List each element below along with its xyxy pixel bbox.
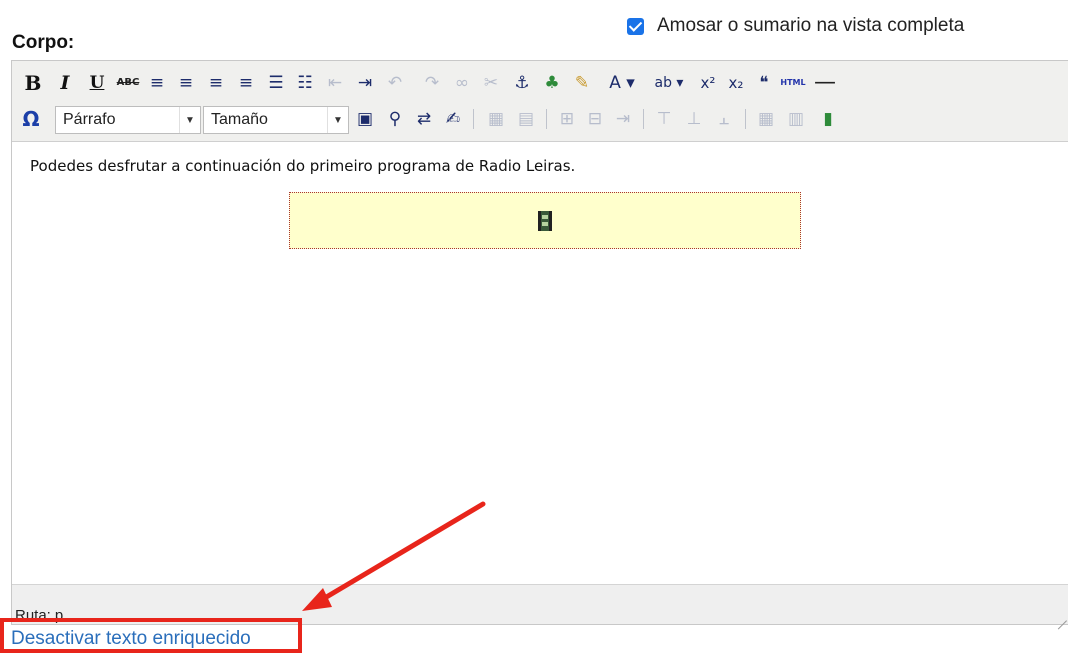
align-center-button[interactable]: ≡	[174, 71, 198, 95]
subscript-button[interactable]: x₂	[724, 71, 748, 95]
bold-button[interactable]: B	[21, 71, 45, 95]
redo-button[interactable]: ↷	[420, 71, 444, 95]
delete-row-button[interactable]: ⇥	[611, 107, 635, 131]
anchor-button[interactable]: ⚓	[510, 71, 534, 95]
edit-button[interactable]: ✍	[441, 107, 465, 131]
toolbar-separator	[473, 109, 474, 129]
charmap-button[interactable]: Ω	[19, 107, 43, 131]
toolbar-row-1: B I U ABC ≡ ≡ ≡ ≡ ☰ ☷ ⇤ ⇥ ↶ ↷ ∞ ✂ ⚓ ♣ ✎ …	[12, 65, 1068, 101]
summary-checkbox[interactable]	[627, 17, 644, 35]
unlink-button[interactable]: ✂	[479, 71, 503, 95]
link-button[interactable]: ∞	[450, 71, 474, 95]
resize-handle[interactable]	[1057, 611, 1067, 621]
indent-button[interactable]: ⇥	[353, 71, 377, 95]
chevron-down-icon: ▼	[327, 107, 348, 133]
editor-toolbar: B I U ABC ≡ ≡ ≡ ≡ ☰ ☷ ⇤ ⇥ ↶ ↷ ∞ ✂ ⚓ ♣ ✎ …	[12, 61, 1068, 142]
insert-col-before-button[interactable]: ⊤	[652, 107, 676, 131]
media-button[interactable]: ▮	[816, 107, 840, 131]
split-cells-button[interactable]: ▥	[784, 107, 808, 131]
editor-content-area[interactable]: Podedes desfrutar a continuación do prim…	[12, 142, 1068, 585]
undo-button[interactable]: ↶	[383, 71, 407, 95]
insert-col-after-button[interactable]: ⊥	[682, 107, 706, 131]
html-button[interactable]: HTML	[778, 71, 808, 95]
text-color-button[interactable]: A ▾	[602, 71, 642, 95]
corpo-label: Corpo:	[12, 32, 75, 53]
insert-row-after-button[interactable]: ⊟	[583, 107, 607, 131]
strikethrough-button[interactable]: ABC	[116, 71, 140, 95]
image-button[interactable]: ♣	[540, 71, 564, 95]
toolbar-separator	[546, 109, 547, 129]
toolbar-separator	[643, 109, 644, 129]
film-icon	[538, 210, 552, 231]
summary-checkbox-label[interactable]: Amosar o sumario na vista completa	[657, 15, 964, 37]
replace-button[interactable]: ⇄	[412, 107, 436, 131]
align-left-button[interactable]: ≡	[145, 71, 169, 95]
size-select-value: Tamaño	[211, 111, 268, 128]
numbered-list-button[interactable]: ☷	[293, 71, 317, 95]
blockquote-button[interactable]: ❝	[752, 71, 776, 95]
merge-cells-button[interactable]: ▦	[754, 107, 778, 131]
insert-row-before-button[interactable]: ⊞	[555, 107, 579, 131]
align-justify-button[interactable]: ≡	[234, 71, 258, 95]
content-paragraph[interactable]: Podedes desfrutar a continuación do prim…	[30, 157, 575, 175]
align-right-button[interactable]: ≡	[204, 71, 228, 95]
bullet-list-button[interactable]: ☰	[264, 71, 288, 95]
format-select-value: Párrafo	[63, 111, 116, 128]
cleanup-button[interactable]: ✎	[570, 71, 594, 95]
italic-button[interactable]: I	[53, 71, 77, 95]
embedded-media-placeholder[interactable]	[289, 192, 801, 249]
outdent-button[interactable]: ⇤	[323, 71, 347, 95]
toolbar-row-2: Ω Párrafo ▼ Tamaño ▼ ▣ ⚲ ⇄ ✍ ▦ ▤ ⊞ ⊟ ⇥ ⊤…	[12, 101, 1068, 137]
horizontal-rule-button[interactable]: —	[810, 71, 840, 95]
table-button[interactable]: ▦	[484, 107, 508, 131]
rich-text-editor: B I U ABC ≡ ≡ ≡ ≡ ☰ ☷ ⇤ ⇥ ↶ ↷ ∞ ✂ ⚓ ♣ ✎ …	[11, 60, 1068, 625]
chevron-down-icon: ▼	[179, 107, 200, 133]
superscript-button[interactable]: x²	[696, 71, 720, 95]
toolbar-separator	[745, 109, 746, 129]
find-button[interactable]: ⚲	[383, 107, 407, 131]
highlight-color-button[interactable]: ab ▾	[646, 71, 692, 95]
summary-checkbox-row[interactable]: Amosar o sumario na vista completa	[627, 11, 964, 41]
highlight-box	[0, 618, 302, 653]
format-select[interactable]: Párrafo ▼	[55, 106, 201, 134]
delete-col-button[interactable]: ⫠	[712, 107, 736, 131]
table-props-button[interactable]: ▤	[514, 107, 538, 131]
fullscreen-button[interactable]: ▣	[353, 107, 377, 131]
size-select[interactable]: Tamaño ▼	[203, 106, 349, 134]
underline-button[interactable]: U	[85, 71, 109, 95]
